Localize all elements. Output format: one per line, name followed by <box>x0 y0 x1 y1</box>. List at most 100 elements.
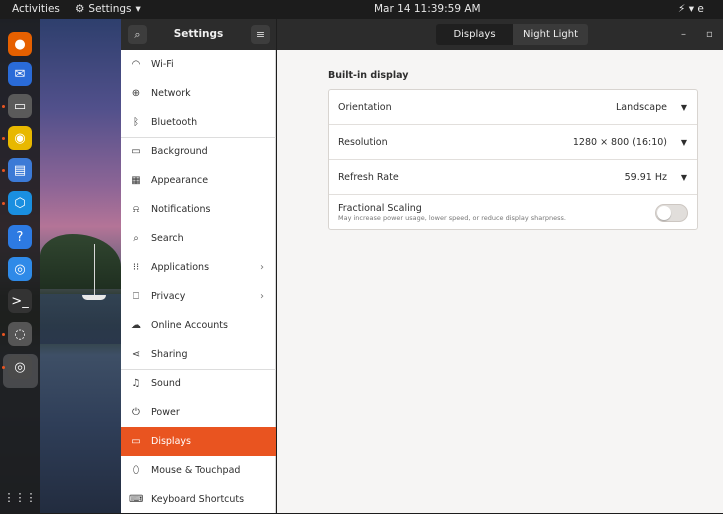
running-indicator <box>2 169 5 172</box>
sidebar-item-label: Privacy <box>151 291 186 302</box>
search-icon: ⌕ <box>133 233 139 244</box>
thunderbird-icon[interactable]: ✉ <box>8 62 32 86</box>
minimize-button[interactable]: – <box>681 19 686 50</box>
refresh-rate-label: Refresh Rate <box>338 172 399 183</box>
online-accounts-icon: ☁ <box>131 320 141 331</box>
refresh-rate-row[interactable]: Refresh Rate 59.91 Hz ▼ <box>329 160 697 195</box>
tab-night-light[interactable]: Night Light <box>513 24 588 45</box>
network-icon: ⊕ <box>131 88 141 99</box>
main-header: Displays Night Light – ▫ <box>276 19 723 50</box>
settings-sidebar: ◠ Wi-Fi ⊕ Network ᛒ Bluetooth ▭ Background ▦ Appe… <box>121 50 276 513</box>
sidebar-item-label: Wi-Fi <box>151 59 174 70</box>
sidebar-item-notifications[interactable]: ⍾ Notifications <box>121 195 276 224</box>
show-apps-grid-icon[interactable]: ⋮⋮⋮ <box>4 485 37 509</box>
applications-icon: ⁝⁝ <box>132 262 140 273</box>
wi-fi-icon: ◠ <box>131 59 141 70</box>
refresh-rate-value: 59.91 Hz <box>624 172 667 183</box>
keyboard-shortcuts-icon: ⌨ <box>129 494 144 505</box>
sidebar-item-mouse-touchpad[interactable]: ⬯ Mouse & Touchpad <box>121 456 276 485</box>
chevron-down-icon: ▼ <box>680 173 687 182</box>
chevron-right-icon: › <box>260 291 264 302</box>
sidebar-item-label: Displays <box>151 436 191 447</box>
fractional-scaling-toggle[interactable] <box>655 204 688 222</box>
orientation-value: Landscape <box>615 102 667 113</box>
chat-icon[interactable]: ◌ <box>8 322 32 346</box>
files-icon[interactable]: ▭ <box>8 94 32 118</box>
fractional-scaling-label: Fractional Scaling <box>338 203 422 214</box>
running-indicator <box>2 366 5 369</box>
settings-gear-icon: ⚙ <box>75 3 85 15</box>
sidebar-item-label: Online Accounts <box>151 320 228 331</box>
orientation-row[interactable]: Orientation Landscape ▼ <box>329 90 697 125</box>
section-title: Built-in display <box>328 70 409 81</box>
wallpaper-water <box>40 294 121 344</box>
help-icon[interactable]: ? <box>8 225 32 249</box>
orientation-label: Orientation <box>338 102 392 113</box>
firefox-icon[interactable]: ● <box>8 32 32 56</box>
sidebar-item-search[interactable]: ⌕ Search <box>121 224 276 253</box>
sidebar-item-label: Network <box>151 88 191 99</box>
displays-icon: ▭ <box>131 436 141 447</box>
bluetooth-icon: ᛒ <box>133 117 139 128</box>
background-icon: ▭ <box>131 146 141 157</box>
sidebar-item-label: Power <box>151 407 180 418</box>
display-settings-list: Orientation Landscape ▼ Resolution 1280 … <box>328 89 698 230</box>
resolution-label: Resolution <box>338 137 388 148</box>
mouse-touchpad-icon: ⬯ <box>132 465 140 476</box>
sidebar-item-sound[interactable]: ♫ Sound <box>121 369 276 398</box>
power-icon: ⏻ <box>132 407 140 418</box>
rhythmbox-icon[interactable]: ◉ <box>8 126 32 150</box>
displays-panel: Built-in display Orientation Landscape ▼… <box>277 50 723 513</box>
running-indicator <box>2 202 5 205</box>
sidebar-header: ⌕ Settings ≡ <box>121 19 276 50</box>
sidebar-item-power[interactable]: ⏻ Power <box>121 398 276 427</box>
maximize-button[interactable]: ▫ <box>706 19 713 50</box>
sidebar-item-applications[interactable]: ⁝⁝ Applications › <box>121 253 276 282</box>
activities-button[interactable]: Activities <box>12 0 60 19</box>
settings-dock-icon[interactable]: ◎ <box>8 355 32 379</box>
terminal-icon[interactable]: >_ <box>8 289 32 313</box>
sidebar-item-appearance[interactable]: ▦ Appearance <box>121 166 276 195</box>
wallpaper-sailboat-mast <box>94 244 95 299</box>
resolution-value: 1280 × 800 (16:10) <box>572 137 667 148</box>
sidebar-item-label: Keyboard Shortcuts <box>151 494 245 505</box>
app-menu[interactable]: ⚙ Settings ▾ <box>75 0 141 19</box>
system-tray[interactable]: ⚡ ▾ e <box>678 0 704 19</box>
sidebar-item-bluetooth[interactable]: ᛒ Bluetooth <box>121 108 276 137</box>
sidebar-item-keyboard-shortcuts[interactable]: ⌨ Keyboard Shortcuts <box>121 485 276 514</box>
app-menu-caret-icon: ▾ <box>135 3 141 15</box>
sidebar-item-displays[interactable]: ▭ Displays <box>121 427 276 456</box>
sidebar-item-background[interactable]: ▭ Background <box>121 137 276 166</box>
clock[interactable]: Mar 14 11:39:59 AM <box>374 0 481 19</box>
sidebar-item-label: Applications <box>151 262 210 273</box>
sidebar-item-privacy[interactable]: ⎕ Privacy › <box>121 282 276 311</box>
toggle-knob <box>657 206 671 220</box>
software-icon[interactable]: ⬡ <box>8 191 32 215</box>
resolution-row[interactable]: Resolution 1280 × 800 (16:10) ▼ <box>329 125 697 160</box>
chevron-right-icon: › <box>260 262 264 273</box>
chevron-down-icon: ▼ <box>680 103 687 112</box>
sidebar-item-label: Notifications <box>151 204 211 215</box>
fractional-scaling-description: May increase power usage, lower speed, o… <box>338 214 566 222</box>
writer-icon[interactable]: ▤ <box>8 158 32 182</box>
running-indicator <box>2 333 5 336</box>
sidebar-item-online-accounts[interactable]: ☁ Online Accounts <box>121 311 276 340</box>
sidebar-item-label: Search <box>151 233 184 244</box>
sidebar-item-sharing[interactable]: ⋖ Sharing <box>121 340 276 369</box>
sidebar-item-label: Bluetooth <box>151 117 198 128</box>
running-indicator <box>2 137 5 140</box>
tab-displays[interactable]: Displays <box>436 24 513 45</box>
sidebar-item-wi-fi[interactable]: ◠ Wi-Fi <box>121 50 276 79</box>
sidebar-item-label: Mouse & Touchpad <box>151 465 241 476</box>
notifications-icon: ⍾ <box>132 204 140 215</box>
app-menu-label: Settings <box>88 3 132 15</box>
menu-button[interactable]: ≡ <box>251 25 270 44</box>
hamburger-icon: ≡ <box>255 28 266 41</box>
sharing-icon: ⋖ <box>131 349 141 360</box>
view-switcher: Displays Night Light <box>436 24 588 45</box>
dock: ● ✉ ▭ ◉ ▤ ⬡? ◎ >_ ◌ ◎ ⋮⋮⋮ <box>0 19 40 513</box>
chevron-down-icon: ▼ <box>680 138 687 147</box>
fractional-scaling-row: Fractional Scaling May increase power us… <box>329 195 697 230</box>
sidebar-item-network[interactable]: ⊕ Network <box>121 79 276 108</box>
chromium-icon[interactable]: ◎ <box>8 257 32 281</box>
